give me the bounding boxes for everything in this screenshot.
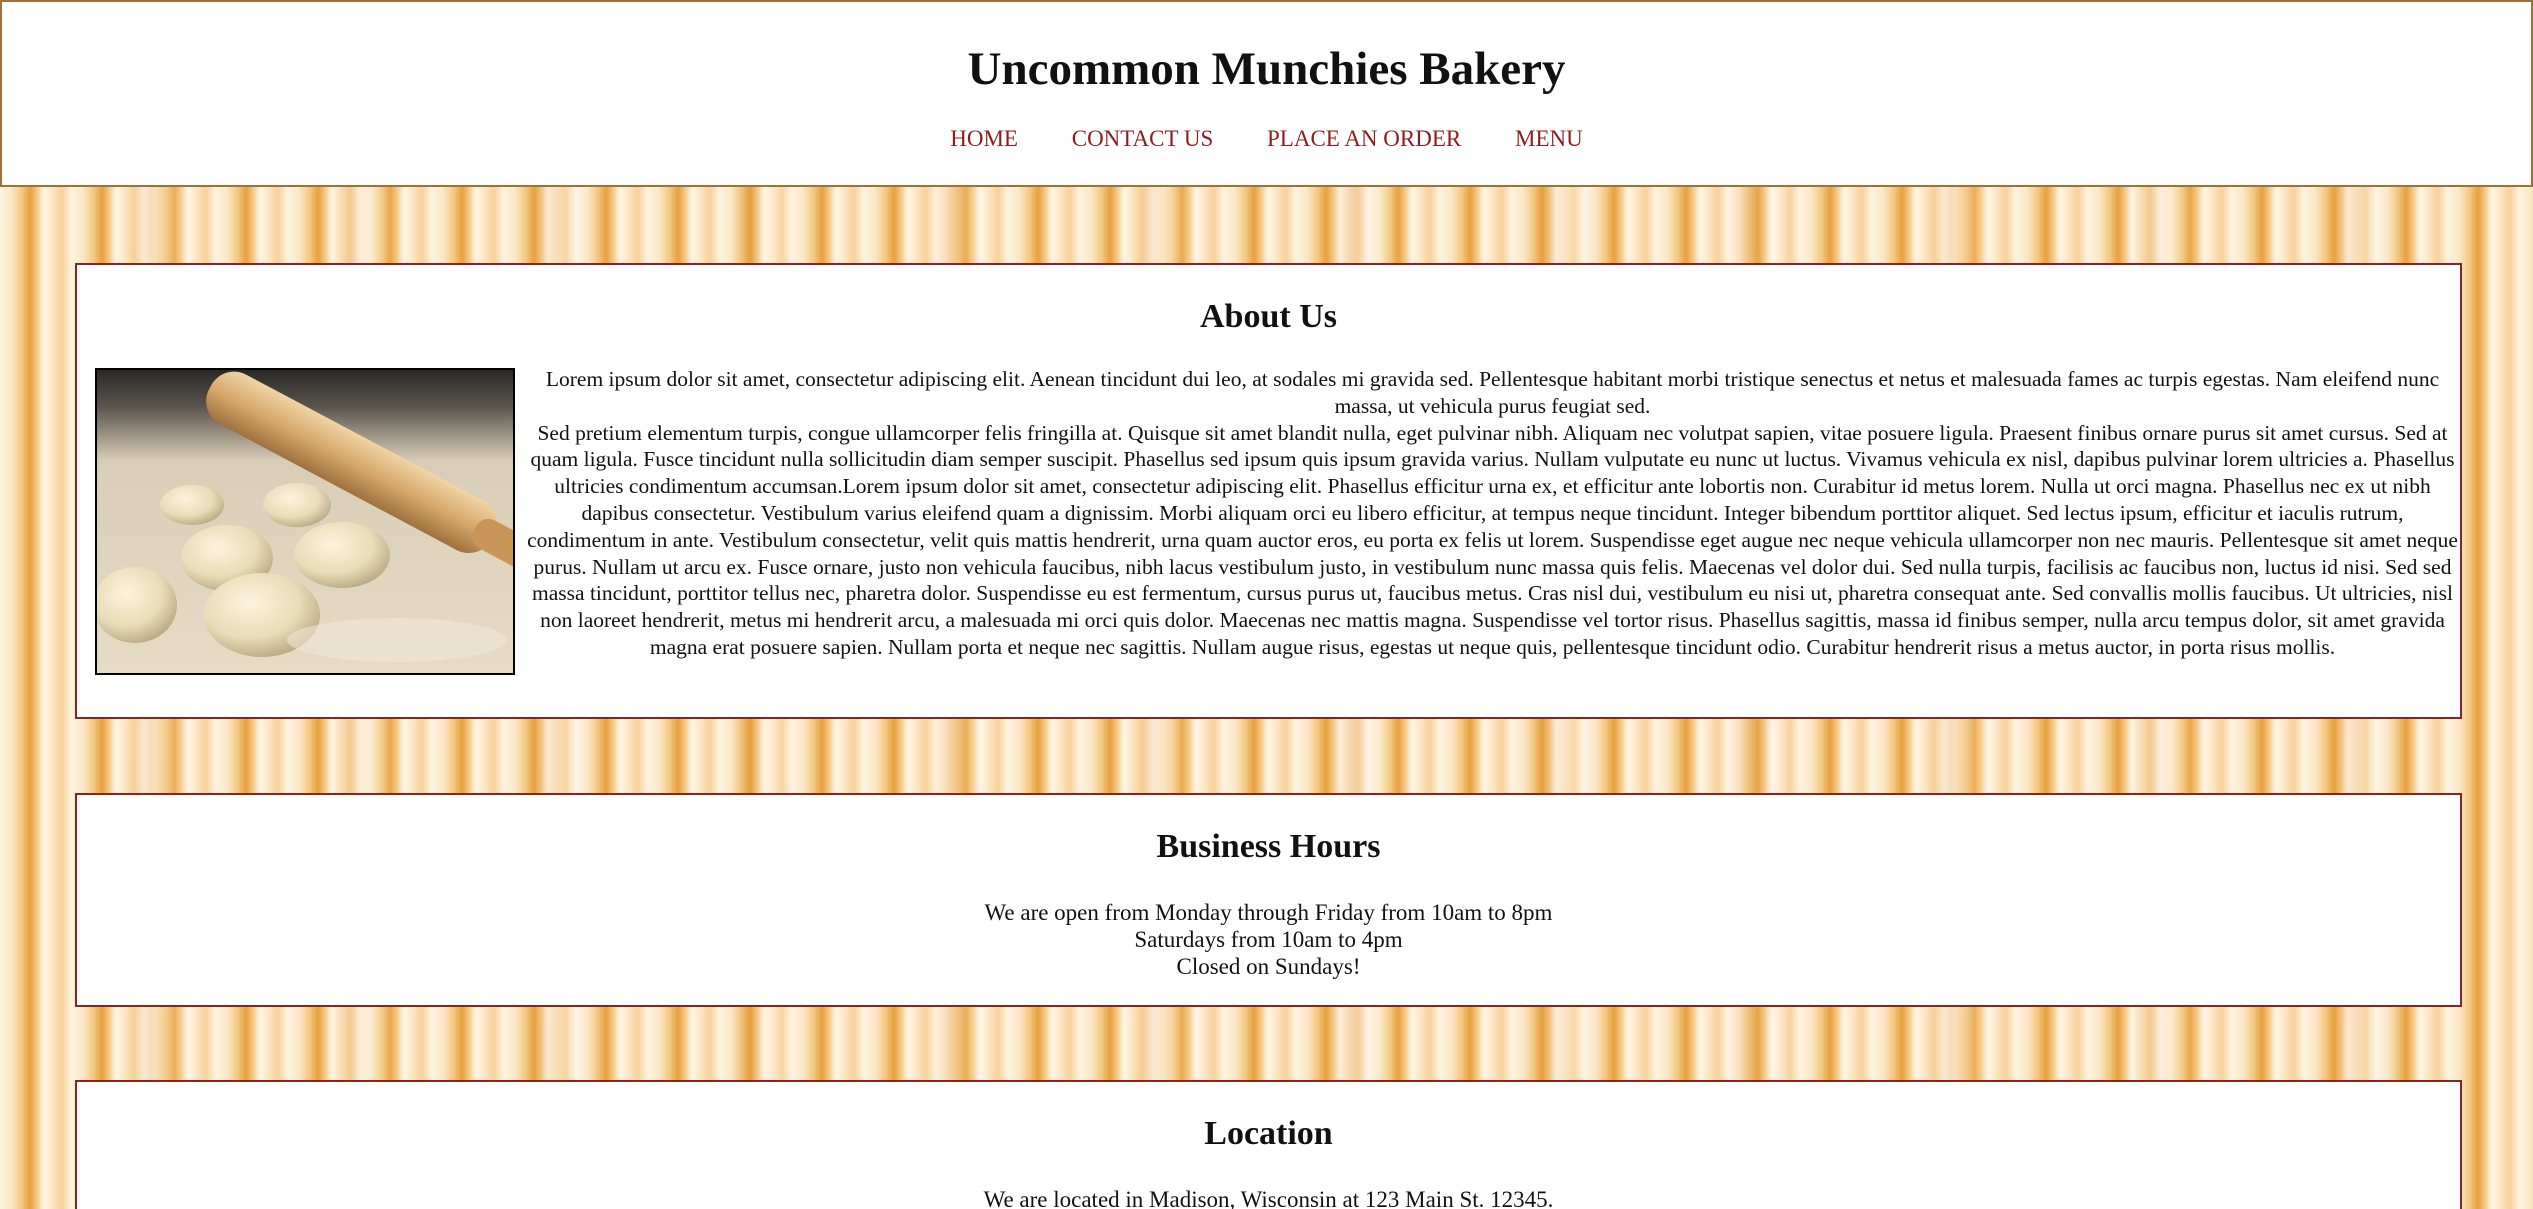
site-header: Uncommon Munchies Bakery HOME CONTACT US… — [0, 0, 2533, 187]
hours-line-saturday: Saturdays from 10am to 4pm — [1134, 927, 1403, 952]
nav-menu-link[interactable]: MENU — [1515, 126, 1583, 152]
location-section: Location We are located in Madison, Wisc… — [75, 1080, 2462, 1209]
business-hours-section: Business Hours We are open from Monday t… — [75, 793, 2462, 1007]
location-heading: Location — [1204, 1115, 1333, 1152]
nav-home-link[interactable]: HOME — [950, 126, 1018, 152]
business-hours-text: We are open from Monday through Friday f… — [77, 899, 2460, 980]
about-us-heading: About Us — [1200, 298, 1337, 335]
about-us-text: Lorem ipsum dolor sit amet, consectetur … — [527, 366, 2458, 661]
hours-line-weekday: We are open from Monday through Friday f… — [984, 900, 1553, 925]
about-paragraph: Sed pretium elementum turpis, congue ull… — [527, 420, 2458, 659]
nav-place-an-order-link[interactable]: PLACE AN ORDER — [1267, 126, 1461, 152]
dough-rolling-pin-photo-icon — [95, 368, 515, 675]
about-us-section: About Us Lorem ipsum dolor sit amet, con… — [75, 263, 2462, 719]
about-paragraph: Lorem ipsum dolor sit amet, consectetur … — [545, 367, 2440, 418]
site-title: Uncommon Munchies Bakery — [967, 43, 1566, 95]
business-hours-heading: Business Hours — [1156, 828, 1381, 865]
location-address: We are located in Madison, Wisconsin at … — [983, 1187, 1554, 1209]
main-nav: HOME CONTACT US PLACE AN ORDER MENU — [2, 126, 2531, 152]
nav-contact-us-link[interactable]: CONTACT US — [1072, 126, 1214, 152]
hours-line-sunday: Closed on Sundays! — [1176, 954, 1361, 979]
